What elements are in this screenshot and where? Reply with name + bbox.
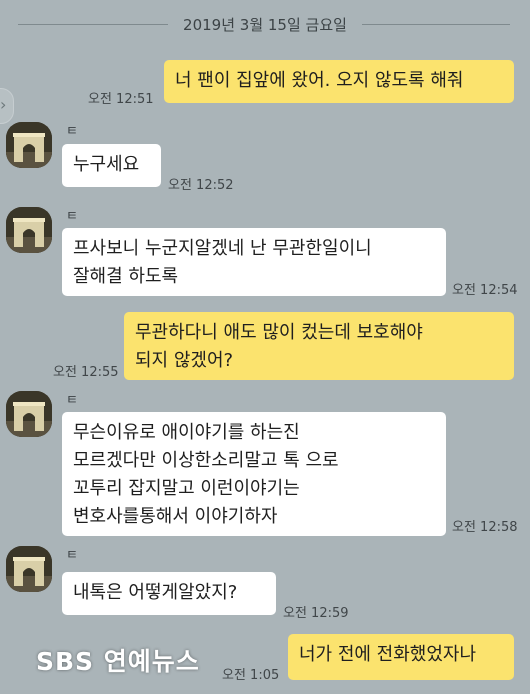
message-time: 오전 12:55	[53, 365, 119, 380]
arch-photo	[6, 207, 52, 253]
chevron-left-icon: ›	[0, 95, 7, 114]
message-time: 오전 12:52	[168, 178, 234, 193]
my-message-bubble[interactable]: 너 팬이 집앞에 왔어. 오지 않도록 해줘	[164, 60, 514, 103]
message-time: 오전 12:54	[452, 283, 518, 298]
message-time: 오전 1:05	[222, 668, 280, 683]
sender-name: ㅌ	[66, 393, 78, 408]
broadcaster-watermark: SBS 연예뉴스	[36, 647, 200, 676]
message-time: 오전 12:58	[452, 520, 518, 535]
sender-avatar[interactable]	[6, 122, 52, 168]
arch-photo	[6, 391, 52, 437]
my-message-bubble[interactable]: 무관하다니 애도 많이 컸는데 보호해야 되지 않겠어?	[124, 312, 514, 380]
sender-avatar[interactable]	[6, 391, 52, 437]
message-time: 오전 12:59	[283, 606, 349, 621]
date-divider: 2019년 3월 15일 금요일	[0, 12, 530, 36]
arch-photo	[6, 122, 52, 168]
other-message-bubble[interactable]: 내톡은 어떻게알았지?	[62, 572, 276, 615]
side-scroll-button[interactable]: ›	[0, 88, 14, 124]
sender-name: ㅌ	[66, 209, 78, 224]
date-label: 2019년 3월 15일 금요일	[183, 16, 347, 34]
sender-name: ㅌ	[66, 124, 78, 139]
other-message-bubble[interactable]: 프사보니 누군지알겠네 난 무관한일이니 잘해결 하도록	[62, 228, 446, 296]
sender-name: ㅌ	[66, 548, 78, 563]
sender-avatar[interactable]	[6, 546, 52, 592]
arch-photo	[6, 546, 52, 592]
divider-line	[362, 24, 510, 25]
sender-avatar[interactable]	[6, 207, 52, 253]
message-time: 오전 12:51	[88, 92, 154, 107]
other-message-bubble[interactable]: 누구세요	[62, 144, 161, 187]
divider-line	[18, 24, 168, 25]
other-message-bubble[interactable]: 무슨이유로 애이야기를 하는진 모르겠다만 이상한소리말고 톡 으로 꼬투리 잡…	[62, 412, 446, 536]
my-message-bubble[interactable]: 너가 전에 전화했었자나	[288, 634, 514, 680]
